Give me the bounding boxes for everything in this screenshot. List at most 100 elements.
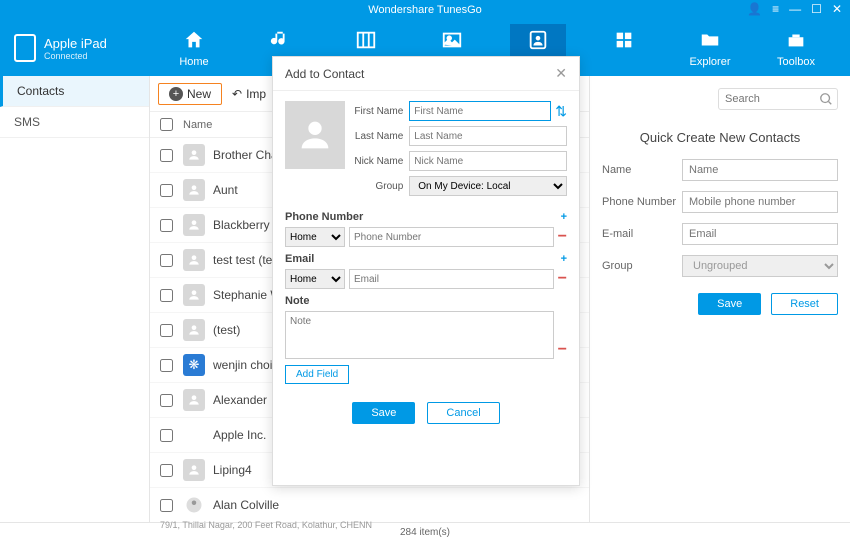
contact-name: Alexander [213, 393, 267, 407]
add-phone-icon[interactable]: + [561, 211, 567, 223]
row-checkbox[interactable] [160, 254, 173, 267]
nav-toolbox[interactable]: Toolbox [768, 24, 824, 72]
qc-email-label: E-mail [602, 228, 682, 240]
avatar-icon: ❋ [183, 354, 205, 376]
music-icon [268, 28, 292, 52]
row-checkbox[interactable] [160, 289, 173, 302]
contact-name: Liping4 [213, 463, 252, 477]
apps-icon [612, 28, 636, 52]
nav-home[interactable]: Home [166, 24, 222, 72]
nick-name-input[interactable] [409, 151, 567, 171]
row-checkbox[interactable] [160, 429, 173, 442]
group-select[interactable]: On My Device: Local [409, 176, 567, 196]
row-checkbox[interactable] [160, 359, 173, 372]
qc-group-label: Group [602, 260, 682, 272]
folder-icon [698, 28, 722, 52]
add-field-button[interactable]: Add Field [285, 365, 349, 384]
row-checkbox[interactable] [160, 184, 173, 197]
photo-icon [440, 28, 464, 52]
note-textarea[interactable] [285, 311, 554, 359]
row-checkbox[interactable] [160, 394, 173, 407]
qc-name-input[interactable] [682, 159, 838, 181]
avatar-placeholder[interactable] [285, 101, 345, 169]
email-type-select[interactable]: Home [285, 269, 345, 289]
avatar-icon [183, 389, 205, 411]
first-name-input[interactable] [409, 101, 551, 121]
group-label: Group [353, 181, 409, 192]
email-input[interactable] [349, 269, 554, 289]
modal-cancel-button[interactable]: Cancel [427, 402, 499, 424]
quick-create-title: Quick Create New Contacts [602, 130, 838, 145]
import-icon: ↶ [232, 87, 242, 101]
avatar-icon [183, 249, 205, 271]
remove-phone-icon[interactable]: − [558, 228, 567, 246]
contact-name: Alan Colville [213, 498, 279, 512]
device-info[interactable]: Apple iPad Connected [14, 34, 154, 62]
window-controls: 👤 ≡ — ☐ ✕ [747, 2, 842, 16]
contact-name: (test) [213, 323, 240, 337]
row-checkbox[interactable] [160, 499, 173, 512]
modal-header: Add to Contact ✕ [273, 57, 579, 91]
modal-save-button[interactable]: Save [352, 402, 415, 424]
row-checkbox[interactable] [160, 149, 173, 162]
nav-apps[interactable] [596, 24, 652, 72]
col-name: Name [183, 119, 212, 131]
qc-phone-label: Phone Number [602, 196, 682, 208]
qc-group-select[interactable]: Ungrouped [682, 255, 838, 277]
avatar-icon [183, 319, 205, 341]
email-section-label: Email [285, 253, 314, 265]
modal-title: Add to Contact [285, 67, 364, 81]
swap-icon[interactable]: ⇅ [555, 103, 567, 120]
phone-input[interactable] [349, 227, 554, 247]
device-icon [14, 34, 36, 62]
nav-explorer[interactable]: Explorer [682, 24, 738, 72]
avatar-icon [183, 284, 205, 306]
titlebar: Wondershare TunesGo 👤 ≡ — ☐ ✕ [0, 0, 850, 20]
add-contact-modal: Add to Contact ✕ First Name⇅ Last Name N… [272, 56, 580, 486]
search-input[interactable] [718, 88, 838, 110]
sidebar-item-contacts[interactable]: Contacts [0, 76, 149, 107]
qc-save-button[interactable]: Save [698, 293, 761, 315]
qc-name-label: Name [602, 164, 682, 176]
qc-reset-button[interactable]: Reset [771, 293, 838, 315]
add-email-icon[interactable]: + [561, 253, 567, 265]
close-icon[interactable]: ✕ [832, 2, 842, 16]
contact-name: Aunt [213, 183, 238, 197]
remove-email-icon[interactable]: − [558, 270, 567, 288]
contact-name: wenjin choi [213, 358, 272, 372]
last-name-input[interactable] [409, 126, 567, 146]
device-name: Apple iPad [44, 36, 107, 51]
sidebar-item-sms[interactable]: SMS [0, 107, 149, 138]
minimize-icon[interactable]: — [789, 2, 801, 16]
contacts-icon [526, 28, 550, 52]
phone-type-select[interactable]: Home [285, 227, 345, 247]
note-section-label: Note [285, 295, 309, 307]
import-button[interactable]: ↶ Imp [232, 87, 266, 101]
app-title: Wondershare TunesGo [368, 4, 482, 16]
quick-create-panel: Quick Create New Contacts Name Phone Num… [590, 76, 850, 522]
modal-close-icon[interactable]: ✕ [555, 65, 567, 82]
row-detail: 79/1, Thillai Nagar, 200 Feet Road, Kola… [150, 518, 589, 532]
remove-note-icon[interactable]: − [558, 341, 567, 359]
row-checkbox[interactable] [160, 324, 173, 337]
qc-phone-input[interactable] [682, 191, 838, 213]
maximize-icon[interactable]: ☐ [811, 2, 822, 16]
toolbox-icon [784, 28, 808, 52]
select-all-checkbox[interactable] [160, 118, 173, 131]
device-status: Connected [44, 51, 107, 61]
menu-icon[interactable]: ≡ [772, 2, 779, 16]
contact-row[interactable]: Alan Colville [150, 488, 589, 518]
nick-name-label: Nick Name [353, 156, 409, 167]
user-icon[interactable]: 👤 [747, 2, 762, 16]
plus-icon: + [169, 87, 183, 101]
modal-body: First Name⇅ Last Name Nick Name GroupOn … [273, 91, 579, 434]
avatar-icon [183, 179, 205, 201]
row-checkbox[interactable] [160, 219, 173, 232]
home-icon [182, 28, 206, 52]
phone-section-label: Phone Number [285, 211, 363, 223]
qc-email-input[interactable] [682, 223, 838, 245]
row-checkbox[interactable] [160, 464, 173, 477]
video-icon [354, 28, 378, 52]
new-button[interactable]: +New [158, 83, 222, 105]
sidebar: Contacts SMS [0, 76, 150, 522]
